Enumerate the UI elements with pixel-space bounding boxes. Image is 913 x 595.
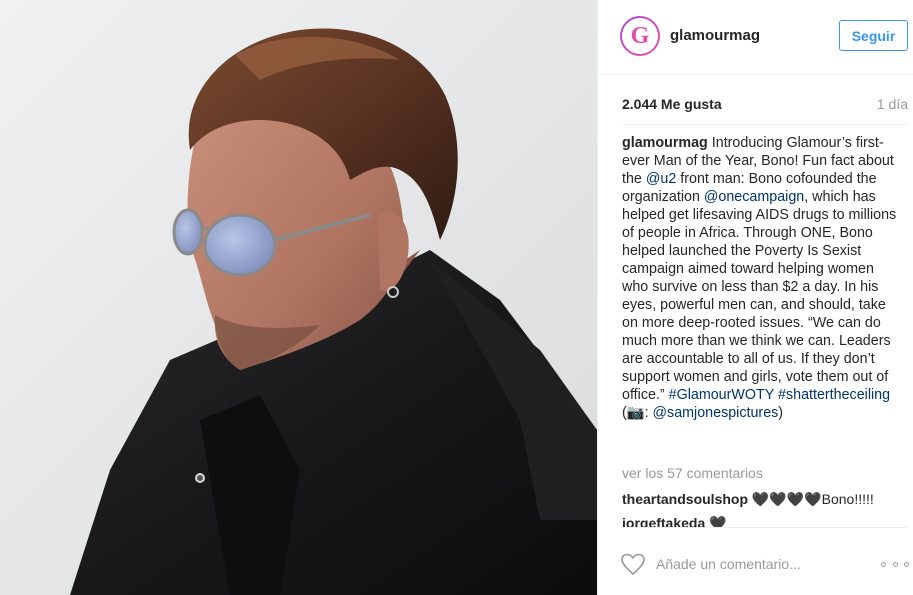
dot bbox=[881, 561, 886, 567]
caption-username[interactable]: glamourmag bbox=[622, 135, 708, 151]
post-side-panel: G glamourmag Seguir 2.044 Me gusta 1 día… bbox=[597, 0, 913, 595]
divider bbox=[622, 527, 908, 528]
likes-count[interactable]: 2.044 Me gusta bbox=[622, 96, 722, 112]
camera-icon: 📷 bbox=[626, 405, 645, 421]
more-options-icon[interactable] bbox=[881, 556, 909, 572]
post-photo[interactable] bbox=[0, 0, 597, 595]
comment-item: theartandsoulshop 🖤🖤🖤🖤Bono!!!!! bbox=[622, 490, 908, 508]
comment-item: jorgeftakeda 🖤 bbox=[622, 514, 908, 528]
hashtag-glamourwoty[interactable]: #GlamourWOTY bbox=[669, 387, 774, 403]
follow-button[interactable]: Seguir bbox=[839, 20, 908, 51]
add-comment-input[interactable] bbox=[656, 554, 846, 574]
avatar[interactable]: G bbox=[620, 16, 660, 56]
dot bbox=[904, 561, 909, 567]
mention-onecampaign[interactable]: @onecampaign bbox=[704, 189, 804, 205]
post-header: G glamourmag Seguir bbox=[598, 0, 913, 75]
header-username[interactable]: glamourmag bbox=[670, 27, 760, 44]
hashtag-shattertheceiling[interactable]: #shattertheceiling bbox=[778, 387, 890, 403]
avatar-letter: G bbox=[622, 18, 658, 54]
divider bbox=[622, 124, 908, 125]
add-comment-row bbox=[598, 538, 913, 595]
post-caption: glamourmag Introducing Glamour’s first-e… bbox=[622, 134, 900, 422]
portrait-image bbox=[0, 0, 597, 595]
caption-text: ) bbox=[778, 405, 784, 421]
heart-outline-icon[interactable] bbox=[620, 552, 646, 576]
comment-text: 🖤🖤🖤🖤Bono!!!!! bbox=[748, 491, 874, 507]
post-time[interactable]: 1 día bbox=[877, 96, 908, 112]
dot bbox=[892, 561, 898, 567]
mention-samjonespictures[interactable]: @samjonespictures bbox=[653, 405, 779, 421]
caption-text: : bbox=[644, 405, 653, 421]
likes-row: 2.044 Me gusta 1 día bbox=[622, 96, 908, 116]
mention-u2[interactable]: @u2 bbox=[646, 171, 676, 187]
caption-text: , which has helped get lifesaving AIDS d… bbox=[622, 189, 897, 403]
view-all-comments-link[interactable]: ver los 57 comentarios bbox=[622, 465, 763, 481]
comment-username[interactable]: theartandsoulshop bbox=[622, 491, 748, 507]
